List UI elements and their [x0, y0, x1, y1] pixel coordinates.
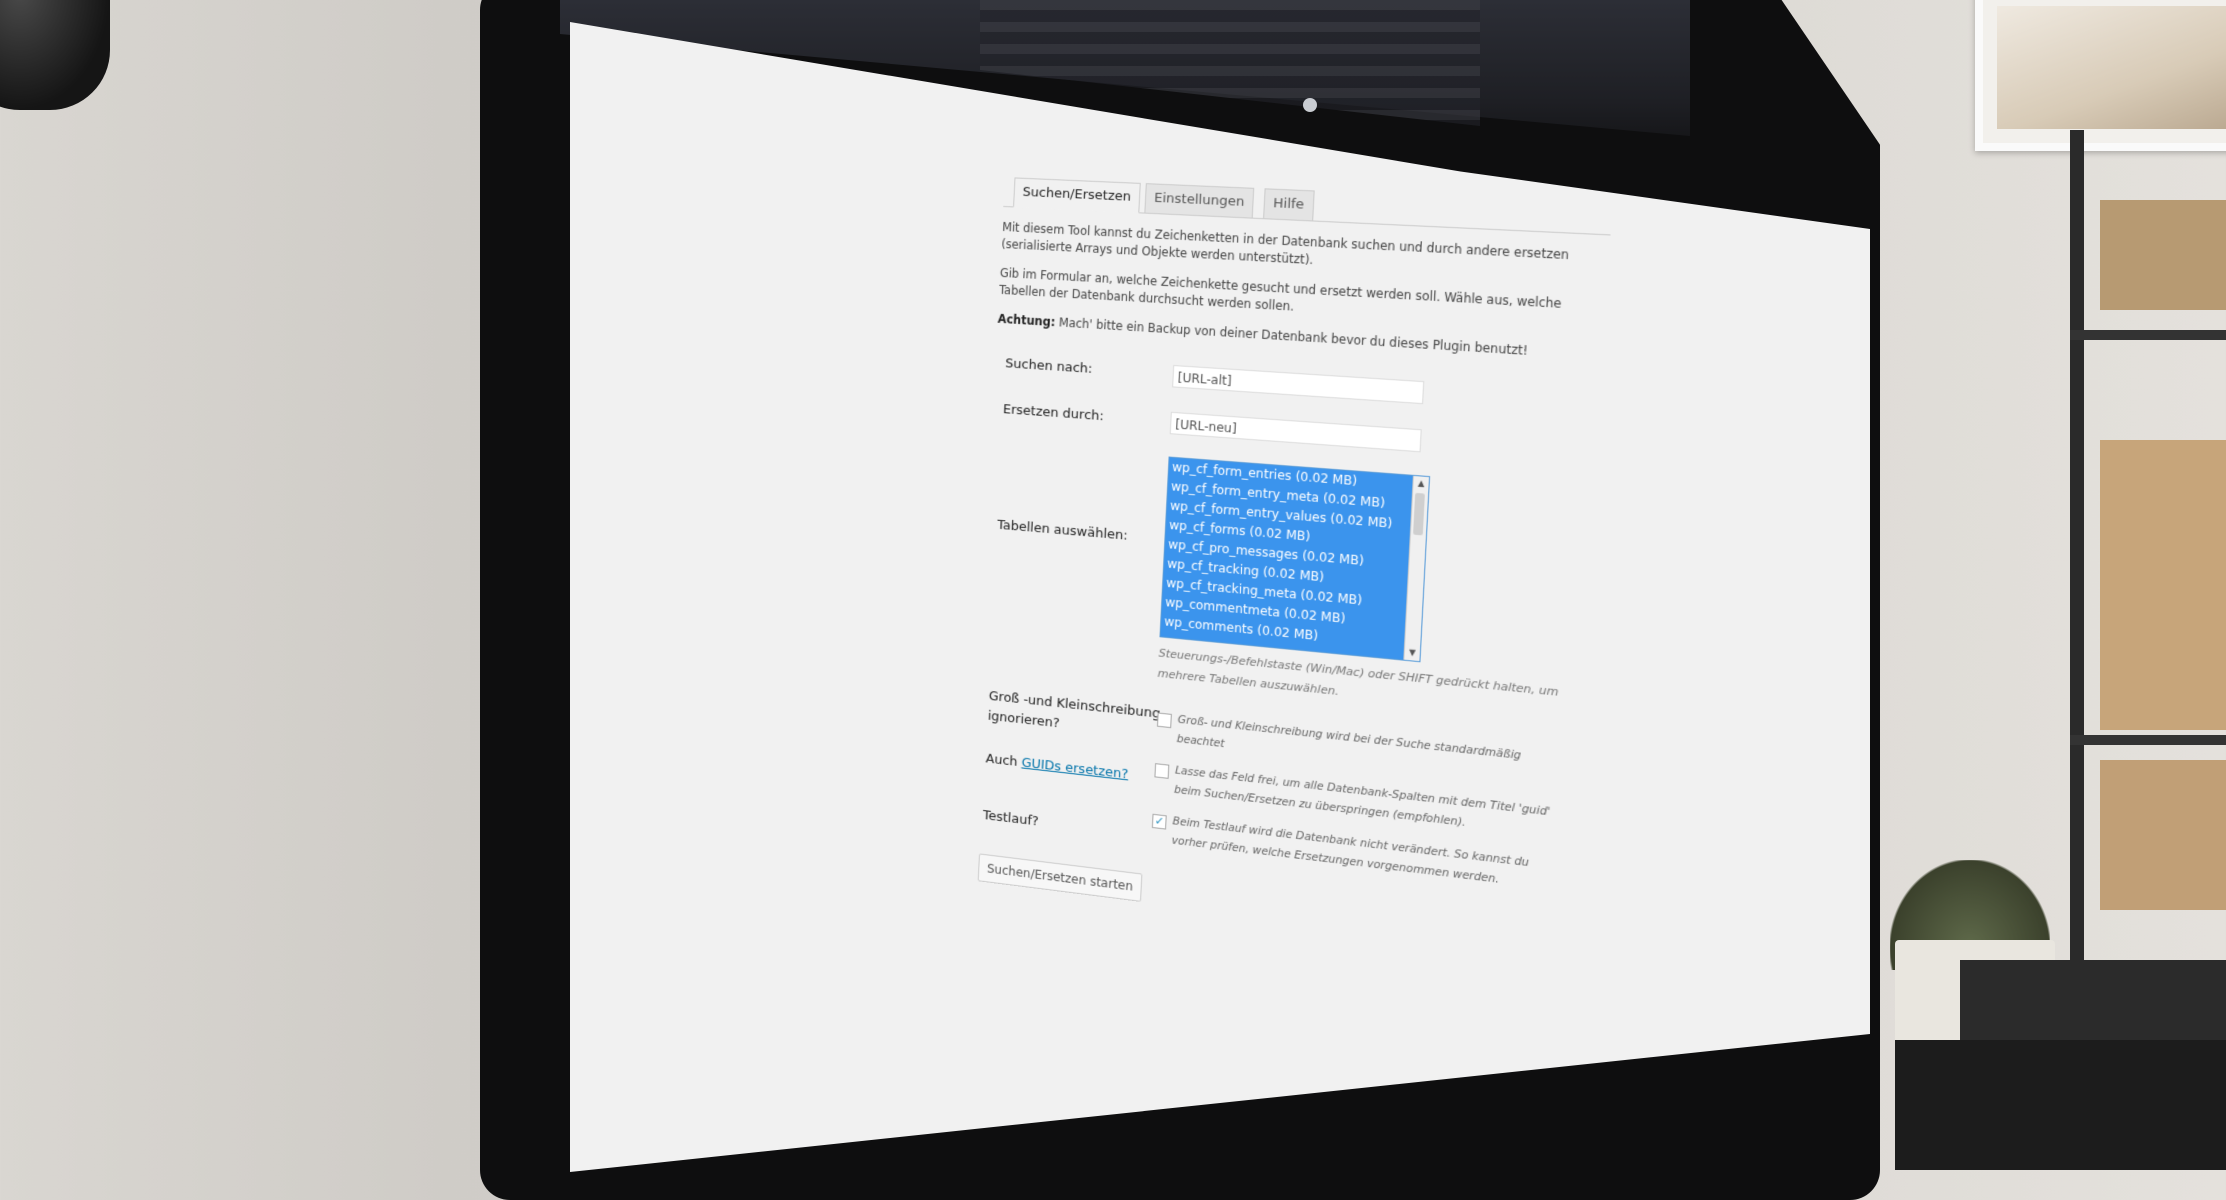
shelf-box: [2100, 760, 2226, 910]
tab-help[interactable]: Hilfe: [1263, 188, 1315, 222]
guid-help-link[interactable]: GUIDs ersetzen?: [1021, 755, 1129, 782]
dry-run-checkbox[interactable]: ✓: [1151, 813, 1167, 830]
pendant-lamp: [0, 0, 110, 110]
wall-picture: [1975, 0, 2226, 151]
case-label: Groß -und Kleinschreibung ignorieren?: [987, 687, 1161, 745]
guid-checkbox[interactable]: [1154, 763, 1170, 779]
shelf-box: [2100, 200, 2226, 310]
shelf-box: [2100, 440, 2226, 730]
shelf-bar: [2070, 735, 2226, 745]
desk-object: [1895, 1040, 2226, 1170]
replace-input[interactable]: [URL-neu]: [1169, 411, 1422, 453]
tab-settings[interactable]: Einstellungen: [1144, 183, 1255, 219]
tab-search-replace[interactable]: Suchen/Ersetzen: [1013, 177, 1141, 214]
search-input[interactable]: [URL-alt]: [1172, 364, 1425, 405]
tables-label: Tabellen auswählen:: [996, 517, 1129, 544]
warning-label: Achtung:: [997, 311, 1056, 330]
guid-label: Auch GUIDs ersetzen?: [985, 751, 1128, 782]
tables-select[interactable]: wp_cf_form_entries (0.02 MB) wp_cf_form_…: [1159, 456, 1431, 663]
search-label: Suchen nach:: [1004, 356, 1093, 377]
checkmark-icon: ✓: [1154, 814, 1165, 829]
search-replace-page: Suchen/Ersetzen Einstellungen Hilfe Mit …: [961, 172, 1613, 1156]
case-checkbox[interactable]: [1156, 712, 1172, 729]
guid-label-prefix: Auch: [985, 751, 1018, 770]
replace-label: Ersetzen durch:: [1002, 402, 1105, 425]
shelf-bar: [2070, 330, 2226, 340]
dry-run-label: Testlauf?: [982, 807, 1039, 830]
scrollbar-thumb[interactable]: [1413, 492, 1425, 536]
scroll-down-icon[interactable]: ▼: [1404, 645, 1420, 661]
webcam-dot: [1303, 98, 1317, 112]
scroll-up-icon[interactable]: ▲: [1413, 476, 1429, 492]
